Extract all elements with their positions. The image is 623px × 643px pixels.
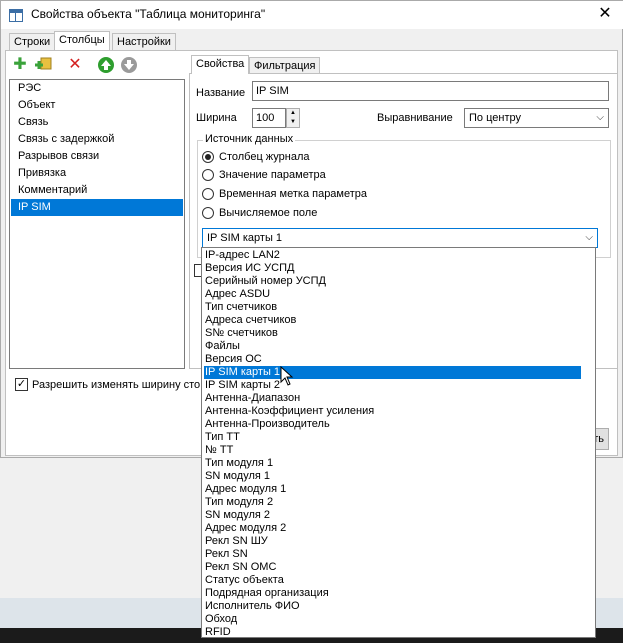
dropdown-item[interactable]: Тип ТТ (204, 431, 581, 444)
list-item[interactable]: Привязка (11, 165, 183, 182)
close-button[interactable]: ✕ (593, 3, 617, 25)
dropdown-item[interactable]: Адрес модуля 2 (204, 522, 581, 535)
allow-resize-checkbox[interactable]: ✓ (15, 378, 28, 391)
dropdown-item[interactable]: S№ счетчиков (204, 327, 581, 340)
dropdown-item[interactable]: Подрядная организация (204, 587, 581, 600)
allow-resize-label: Разрешить изменять ширину сто (32, 379, 201, 391)
radio-parameter-value-label[interactable]: Значение параметра (219, 169, 326, 181)
list-item[interactable]: Комментарий (11, 182, 183, 199)
dropdown-item[interactable]: Тип модуля 1 (204, 457, 581, 470)
columns-list[interactable]: РЭС Объект Связь Связь с задержкой Разры… (9, 79, 185, 369)
dropdown-item[interactable]: Серийный номер УСПД (204, 275, 581, 288)
dropdown-item-highlighted[interactable]: IP SIM карты 1 (204, 366, 581, 379)
tab-rows[interactable]: Строки (9, 33, 56, 50)
dropdown-item[interactable]: Рекл SN ШУ (204, 535, 581, 548)
radio-parameter-timestamp-label[interactable]: Временная метка параметра (219, 188, 367, 200)
list-item-selected[interactable]: IP SIM (11, 199, 183, 216)
list-item[interactable]: Разрывов связи (11, 148, 183, 165)
journal-column-select[interactable]: IP SIM карты 1 ⌵ (202, 228, 598, 248)
dropdown-item[interactable]: RFID (204, 626, 581, 637)
name-input[interactable]: IP SIM (252, 81, 609, 101)
table-icon (9, 9, 23, 22)
dropdown-item[interactable]: Адреса счетчиков (204, 314, 581, 327)
dropdown-item[interactable]: Тип счетчиков (204, 301, 581, 314)
list-item[interactable]: Связь (11, 114, 183, 131)
align-select[interactable]: По центру ⌵ (464, 108, 609, 128)
title-bar[interactable]: Свойства объекта "Таблица мониторинга" ✕ (1, 1, 623, 29)
radio-parameter-value[interactable] (202, 169, 214, 181)
dropdown-item[interactable]: Исполнитель ФИО (204, 600, 581, 613)
dropdown-item[interactable]: Антенна-Коэффициент усиления (204, 405, 581, 418)
dropdown-item[interactable]: Версия ИС УСПД (204, 262, 581, 275)
dropdown-item[interactable]: Рекл SN (204, 548, 581, 561)
window-title: Свойства объекта "Таблица мониторинга" (31, 7, 266, 21)
width-label: Ширина (196, 112, 237, 124)
dropdown-item[interactable]: Версия ОС (204, 353, 581, 366)
tab-properties[interactable]: Свойства (191, 55, 250, 74)
list-item[interactable]: Связь с задержкой (11, 131, 183, 148)
dropdown-item[interactable]: IP SIM карты 2 (204, 379, 581, 392)
dropdown-item[interactable]: Обход (204, 613, 581, 626)
dropdown-item[interactable]: Адрес модуля 1 (204, 483, 581, 496)
dropdown-item[interactable]: Тип модуля 2 (204, 496, 581, 509)
radio-computed-field[interactable] (202, 207, 214, 219)
dropdown-item[interactable]: Антенна-Производитель (204, 418, 581, 431)
tab-columns[interactable]: Столбцы (54, 31, 110, 50)
radio-computed-field-label[interactable]: Вычисляемое поле (219, 207, 317, 219)
mouse-cursor-icon (280, 366, 294, 386)
dropdown-item[interactable]: SN модуля 1 (204, 470, 581, 483)
add-icon[interactable]: ✚ (11, 56, 29, 74)
journal-column-select-value: IP SIM карты 1 (207, 232, 283, 244)
delete-icon[interactable]: ✕ (66, 56, 84, 74)
dropdown-item[interactable]: Антенна-Диапазон (204, 392, 581, 405)
dropdown-item[interactable]: Рекл SN ОМС (204, 561, 581, 574)
chevron-down-icon: ⌵ (585, 232, 593, 243)
width-input[interactable]: 100 (252, 108, 286, 128)
dropdown-item[interactable]: Адрес ASDU (204, 288, 581, 301)
add-copy-icon[interactable] (34, 56, 52, 74)
dropdown-item[interactable]: Статус объекта (204, 574, 581, 587)
dropdown-item[interactable]: IP-адрес LAN2 (204, 249, 581, 262)
radio-journal-column[interactable] (202, 151, 214, 163)
move-down-icon[interactable] (120, 56, 138, 74)
chevron-down-icon: ⌵ (596, 112, 604, 123)
tab-settings[interactable]: Настройки (112, 33, 176, 50)
data-source-legend: Источник данных (203, 133, 296, 145)
dropdown-list[interactable]: IP-адрес LAN2 Версия ИС УСПД Серийный но… (201, 247, 596, 638)
name-label: Название (196, 87, 246, 99)
width-stepper[interactable]: ▲ ▼ (286, 108, 300, 128)
move-up-icon[interactable] (97, 56, 115, 74)
radio-journal-column-label[interactable]: Столбец журнала (219, 151, 310, 163)
tab-filtering[interactable]: Фильтрация (249, 57, 321, 74)
list-item[interactable]: Объект (11, 97, 183, 114)
align-select-value: По центру (469, 112, 521, 124)
dropdown-item[interactable]: SN модуля 2 (204, 509, 581, 522)
dropdown-item[interactable]: № ТТ (204, 444, 581, 457)
radio-parameter-timestamp[interactable] (202, 188, 214, 200)
list-item[interactable]: РЭС (11, 80, 183, 97)
align-label: Выравнивание (377, 112, 453, 124)
dropdown-item[interactable]: Файлы (204, 340, 581, 353)
